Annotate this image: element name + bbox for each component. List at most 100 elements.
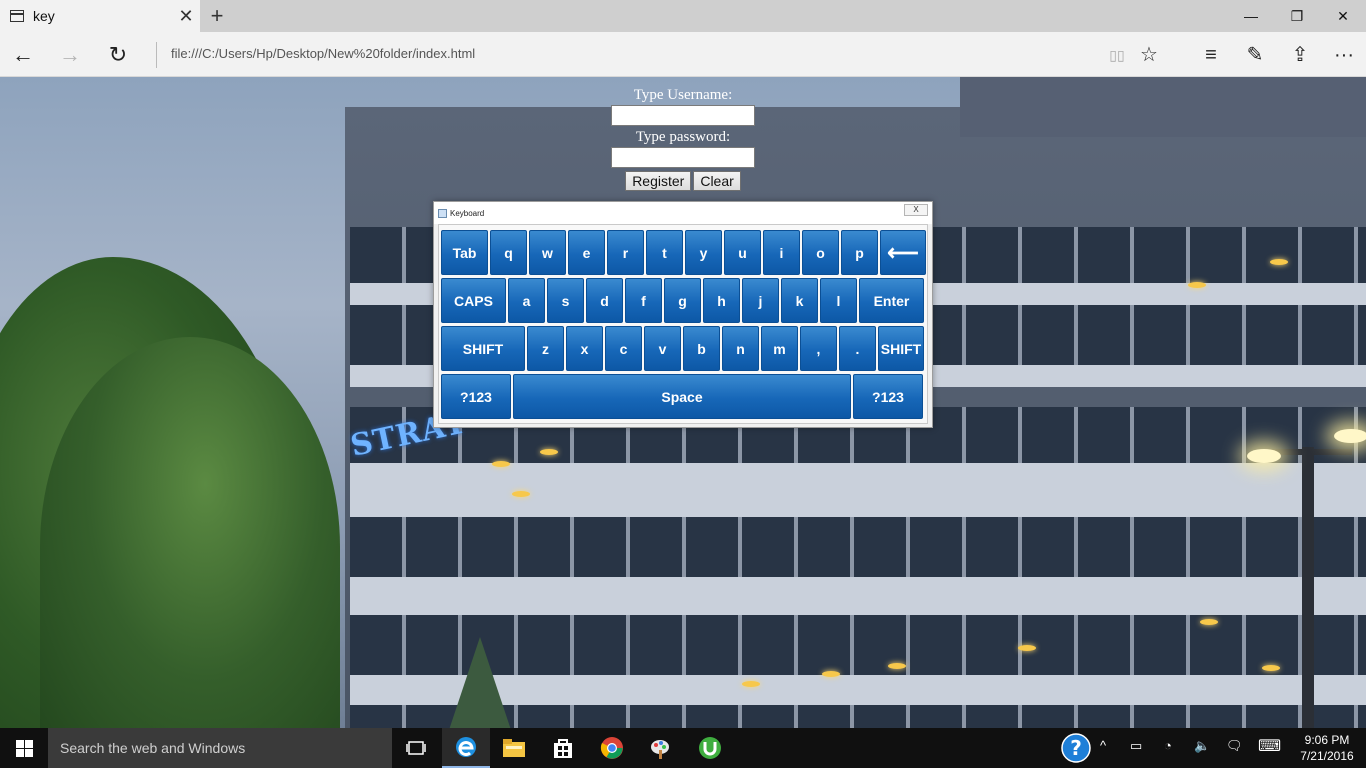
keyboard-tray-icon[interactable]: ⌨ (1258, 736, 1281, 756)
key-comma[interactable]: , (800, 326, 837, 371)
window-light (1262, 665, 1280, 671)
key-j[interactable]: j (742, 278, 779, 323)
key-h[interactable]: h (703, 278, 740, 323)
volume-icon[interactable]: 🔈 (1194, 738, 1210, 754)
minimize-button[interactable]: — (1228, 0, 1274, 32)
key-f[interactable]: f (625, 278, 662, 323)
key-tab[interactable]: Tab (441, 230, 488, 275)
window-light (1188, 282, 1206, 288)
web-note-icon[interactable]: ✎ (1240, 40, 1270, 70)
key-z[interactable]: z (527, 326, 564, 371)
taskbar: Search the web and Windows ? ^ ▭ ◔ 🔈 🗨 ⌨… (0, 728, 1366, 768)
share-icon[interactable]: ⇪ (1285, 40, 1315, 70)
search-placeholder: Search the web and Windows (60, 740, 246, 756)
restore-button[interactable]: ❐ (1274, 0, 1320, 32)
key-v[interactable]: v (644, 326, 681, 371)
keyboard-title: Keyboard (450, 209, 485, 218)
key-m[interactable]: m (761, 326, 798, 371)
clock[interactable]: 9:06 PM 7/21/2016 (1296, 732, 1358, 764)
register-form: Type Username: Type password: Register C… (0, 87, 1366, 191)
key-l[interactable]: l (820, 278, 857, 323)
window-light (822, 671, 840, 677)
key-k[interactable]: k (781, 278, 818, 323)
key-shift-left[interactable]: SHIFT (441, 326, 525, 371)
page-icon (10, 10, 24, 22)
svg-text:?: ? (1070, 736, 1082, 760)
street-lamp (1334, 429, 1366, 443)
tree (40, 337, 340, 728)
key-shift-right[interactable]: SHIFT (878, 326, 924, 371)
key-p[interactable]: p (841, 230, 878, 275)
chrome-icon[interactable] (588, 728, 636, 768)
key-backspace[interactable]: ⟵ (880, 230, 926, 275)
key-s[interactable]: s (547, 278, 584, 323)
taskbar-search[interactable]: Search the web and Windows (48, 728, 392, 768)
key-c[interactable]: c (605, 326, 642, 371)
window-light (1270, 259, 1288, 265)
keyboard-close-button[interactable]: X (904, 204, 928, 216)
key-y[interactable]: y (685, 230, 722, 275)
reading-view-icon[interactable]: ▯▯ (1102, 40, 1132, 70)
clear-button[interactable]: Clear (693, 171, 741, 191)
key-symbols-left[interactable]: ?123 (441, 374, 511, 419)
forward-button[interactable]: → (55, 40, 85, 70)
clock-date: 7/21/2016 (1300, 749, 1354, 763)
file-explorer-icon[interactable] (490, 728, 538, 768)
refresh-button[interactable]: ↻ (103, 40, 133, 70)
register-button[interactable]: Register (625, 171, 692, 191)
key-b[interactable]: b (683, 326, 720, 371)
pine-tree (440, 637, 520, 728)
battery-icon[interactable]: ▭ (1130, 738, 1142, 754)
key-space[interactable]: Space (513, 374, 851, 419)
username-label: Type Username: (633, 87, 733, 103)
key-r[interactable]: r (607, 230, 644, 275)
back-button[interactable]: ← (8, 40, 38, 70)
paint-icon[interactable] (636, 728, 684, 768)
start-button[interactable] (0, 728, 48, 768)
new-tab-button[interactable]: + (204, 0, 230, 32)
key-w[interactable]: w (529, 230, 566, 275)
key-i[interactable]: i (763, 230, 800, 275)
key-row-2: CAPS a s d f g h j k l Enter (441, 278, 924, 323)
wifi-icon[interactable]: ◔ (1164, 738, 1172, 753)
hub-icon[interactable]: ≡ (1196, 40, 1226, 70)
key-u[interactable]: u (724, 230, 761, 275)
more-icon[interactable]: ··· (1329, 40, 1359, 70)
clock-time: 9:06 PM (1304, 733, 1350, 747)
close-window-button[interactable]: ✕ (1320, 0, 1366, 32)
tray-chevron-icon[interactable]: ^ (1100, 738, 1106, 753)
key-x[interactable]: x (566, 326, 603, 371)
windows-logo-icon (15, 739, 33, 757)
key-e[interactable]: e (568, 230, 605, 275)
close-tab-button[interactable]: ✕ (172, 0, 200, 32)
task-view-icon[interactable] (392, 728, 440, 768)
key-o[interactable]: o (802, 230, 839, 275)
notifications-icon[interactable]: 🗨 (1226, 738, 1243, 754)
window-row (350, 517, 1366, 577)
key-n[interactable]: n (722, 326, 759, 371)
key-period[interactable]: . (839, 326, 876, 371)
address-bar[interactable]: file:///C:/Users/Hp/Desktop/New%20folder… (171, 46, 475, 61)
key-caps[interactable]: CAPS (441, 278, 506, 323)
store-icon[interactable] (539, 728, 587, 768)
key-enter[interactable]: Enter (859, 278, 924, 323)
window-light (1200, 619, 1218, 625)
window-light (492, 461, 510, 467)
key-t[interactable]: t (646, 230, 683, 275)
favorite-star-icon[interactable]: ☆ (1134, 40, 1164, 70)
key-row-3: SHIFT z x c v b n m , . SHIFT (441, 326, 924, 371)
password-input[interactable] (611, 147, 755, 168)
username-input[interactable] (611, 105, 755, 126)
keyboard-titlebar[interactable]: Keyboard X (434, 202, 932, 224)
key-d[interactable]: d (586, 278, 623, 323)
key-row-4: ?123 Space ?123 (441, 374, 923, 419)
key-row-1: Tab q w e r t y u i o p ⟵ (441, 230, 926, 275)
utorrent-icon[interactable] (686, 728, 734, 768)
key-g[interactable]: g (664, 278, 701, 323)
key-a[interactable]: a (508, 278, 545, 323)
key-q[interactable]: q (490, 230, 527, 275)
edge-icon[interactable] (442, 728, 490, 768)
tab-key[interactable]: key ✕ (0, 0, 200, 32)
key-symbols-right[interactable]: ?123 (853, 374, 923, 419)
help-icon[interactable]: ? (1052, 728, 1100, 768)
